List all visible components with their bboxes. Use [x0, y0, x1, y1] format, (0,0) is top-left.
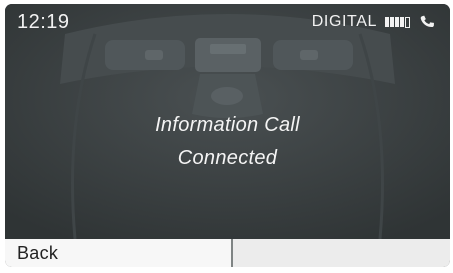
status-indicators: DIGITAL [312, 13, 436, 31]
signal-bar-empty [405, 16, 410, 28]
call-screen: 12:19 DIGITAL Information Call Connected… [5, 4, 450, 267]
right-softkey[interactable] [233, 239, 450, 267]
signal-bar [385, 17, 389, 27]
message-title: Information Call [155, 114, 300, 136]
status-bar: 12:19 DIGITAL [5, 4, 450, 38]
message-status: Connected [177, 147, 278, 169]
softkey-bar: Back [5, 239, 450, 267]
network-label: DIGITAL [311, 13, 377, 30]
signal-bar [395, 17, 399, 27]
signal-strength-icon [385, 16, 410, 28]
signal-bar [390, 17, 394, 27]
phone-handset-icon [420, 15, 434, 28]
back-button[interactable]: Back [5, 239, 233, 267]
back-button-label: Back [17, 242, 59, 263]
signal-bar [400, 17, 404, 27]
clock-time: 12:19 [17, 11, 70, 33]
